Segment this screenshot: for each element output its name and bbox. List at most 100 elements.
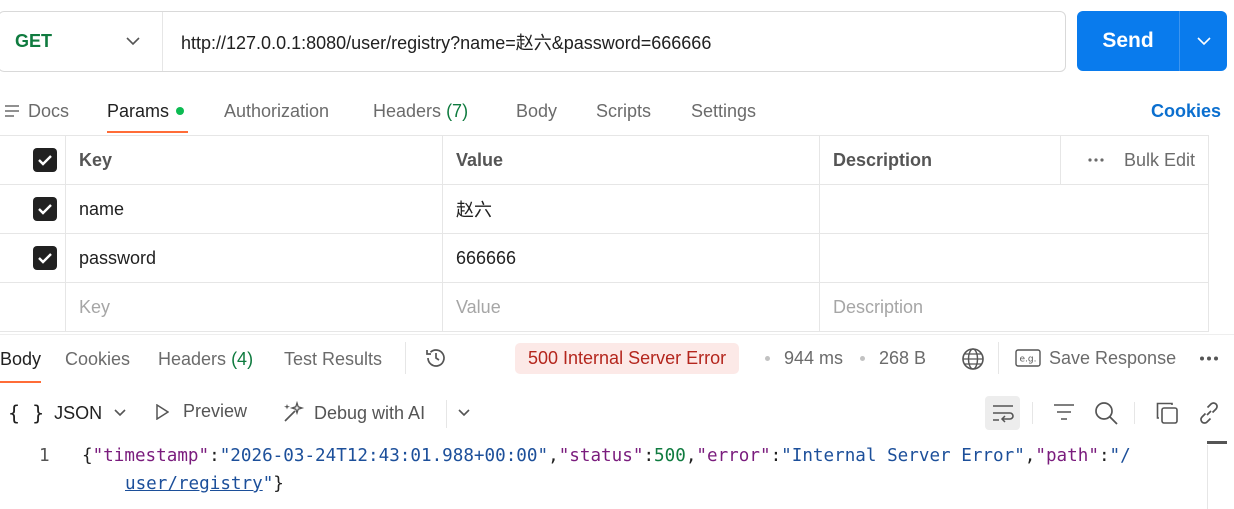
json-path-link[interactable]: user/registry [125,474,263,494]
select-all-checkbox[interactable] [33,148,57,172]
tab-body-label: Body [516,100,558,121]
param-description-cell[interactable] [819,233,1209,283]
separator-dot [765,356,770,361]
tab-response-body[interactable]: Body [0,349,41,370]
braces-icon: { } [8,401,45,425]
debug-label: Debug with AI [314,402,426,423]
tab-scripts-label: Scripts [596,100,652,121]
check-icon [38,204,52,215]
url-input[interactable]: http://127.0.0.1:8080/user/registry?name… [163,29,711,55]
tab-docs-label: Docs [28,100,70,121]
divider [1032,402,1033,424]
tab-body[interactable]: Body [516,88,557,134]
json-string: "2026-03-24T12:43:01.988+00:00" [219,446,549,466]
send-button[interactable]: Send [1077,29,1179,53]
row-checkbox[interactable] [33,197,57,221]
param-key-cell[interactable]: name [65,184,443,234]
params-active-dot [176,107,185,115]
method-select[interactable]: GET [0,12,163,71]
json-number: 500 [654,446,686,466]
cookies-link[interactable]: Cookies [1151,101,1221,122]
debug-with-ai-button[interactable]: Debug with AI [281,401,425,425]
more-horizontal-icon[interactable] [1088,158,1104,162]
tab-params[interactable]: Params [107,88,185,134]
play-icon [156,403,169,420]
save-response-button[interactable]: Save Response [1049,348,1176,369]
value-input[interactable]: Value [442,282,820,332]
table-row: password 666666 [0,233,1209,283]
response-time[interactable]: 944 ms [784,348,843,369]
svg-text:e.g.: e.g. [1020,355,1037,365]
docs-lines-icon [5,105,19,117]
request-tabs: Docs Params Authorization Headers (7) Bo… [0,88,1234,134]
chevron-down-icon[interactable] [456,405,472,421]
json-key: "path" [1035,446,1099,466]
description-input[interactable]: Description [819,282,1209,332]
tab-test-results[interactable]: Test Results [284,349,382,370]
param-key-cell[interactable]: password [65,233,443,283]
tab-headers[interactable]: Headers (7) [373,88,468,134]
code-line-wrapped: user/registry"} [125,474,284,494]
key-input[interactable]: Key [65,282,443,332]
copy-icon[interactable] [1154,400,1180,426]
tab-response-cookies[interactable]: Cookies [65,349,130,370]
json-string: "Internal Server Error" [781,446,1025,466]
tab-settings-label: Settings [691,100,757,121]
filter-icon[interactable] [1052,400,1076,424]
active-tab-underline [107,131,188,133]
description-column-header: Description [819,135,1061,185]
row-checkbox-cell [0,184,66,234]
check-icon [38,253,52,264]
bulk-edit-button[interactable]: Bulk Edit [1124,150,1195,171]
line-number: 1 [39,446,50,466]
bulk-edit-cell: Bulk Edit [1060,135,1209,185]
param-value-cell[interactable]: 赵六 [442,184,820,234]
tab-authorization-label: Authorization [224,100,330,121]
json-key: "error" [696,446,771,466]
divider [1134,402,1135,424]
tab-response-headers-label: Headers [158,349,227,369]
send-options-button[interactable] [1179,11,1227,71]
format-label: JSON [54,402,103,423]
tab-headers-label: Headers [373,100,442,121]
chevron-down-icon [114,409,126,417]
ai-sparkle-icon [284,401,305,422]
scrollbar-thumb[interactable] [1207,441,1227,444]
eg-save-icon: e.g. [1015,348,1041,368]
code-brace: { [82,446,93,466]
history-icon[interactable] [423,345,449,371]
empty-param-row: Key Value Description [0,282,1209,332]
separator-dot [860,356,865,361]
json-key: "timestamp" [92,446,210,466]
divider [405,342,406,374]
wrap-lines-icon[interactable] [985,396,1020,430]
format-select[interactable]: { } JSON [8,401,126,425]
json-key: "status" [558,446,644,466]
search-icon[interactable] [1093,400,1119,426]
value-column-header: Value [442,135,820,185]
status-badge[interactable]: 500 Internal Server Error [515,343,740,374]
chevron-down-icon [1196,36,1211,45]
link-icon[interactable] [1196,400,1222,426]
tab-docs[interactable]: Docs [4,88,69,134]
tab-settings[interactable]: Settings [691,88,756,134]
response-size[interactable]: 268 B [879,348,926,369]
params-table: Key Value Description Bulk Edit name 赵六 … [0,135,1209,332]
select-all-cell [0,135,66,185]
preview-button[interactable]: Preview [155,401,247,422]
globe-icon[interactable] [960,346,986,372]
param-value-cell[interactable]: 666666 [442,233,820,283]
code-brace: } [273,474,284,494]
preview-label: Preview [183,401,248,421]
tab-response-headers[interactable]: Headers (4) [158,349,253,370]
tab-authorization[interactable]: Authorization [224,88,329,134]
tab-scripts[interactable]: Scripts [596,88,651,134]
more-horizontal-icon[interactable] [1198,352,1220,364]
params-header-row: Key Value Description Bulk Edit [0,135,1209,185]
check-icon [38,155,52,166]
key-column-header: Key [65,135,443,185]
tab-response-headers-count: (4) [231,349,254,369]
row-checkbox[interactable] [33,246,57,270]
empty-checkbox-cell [0,282,66,332]
param-description-cell[interactable] [819,184,1209,234]
